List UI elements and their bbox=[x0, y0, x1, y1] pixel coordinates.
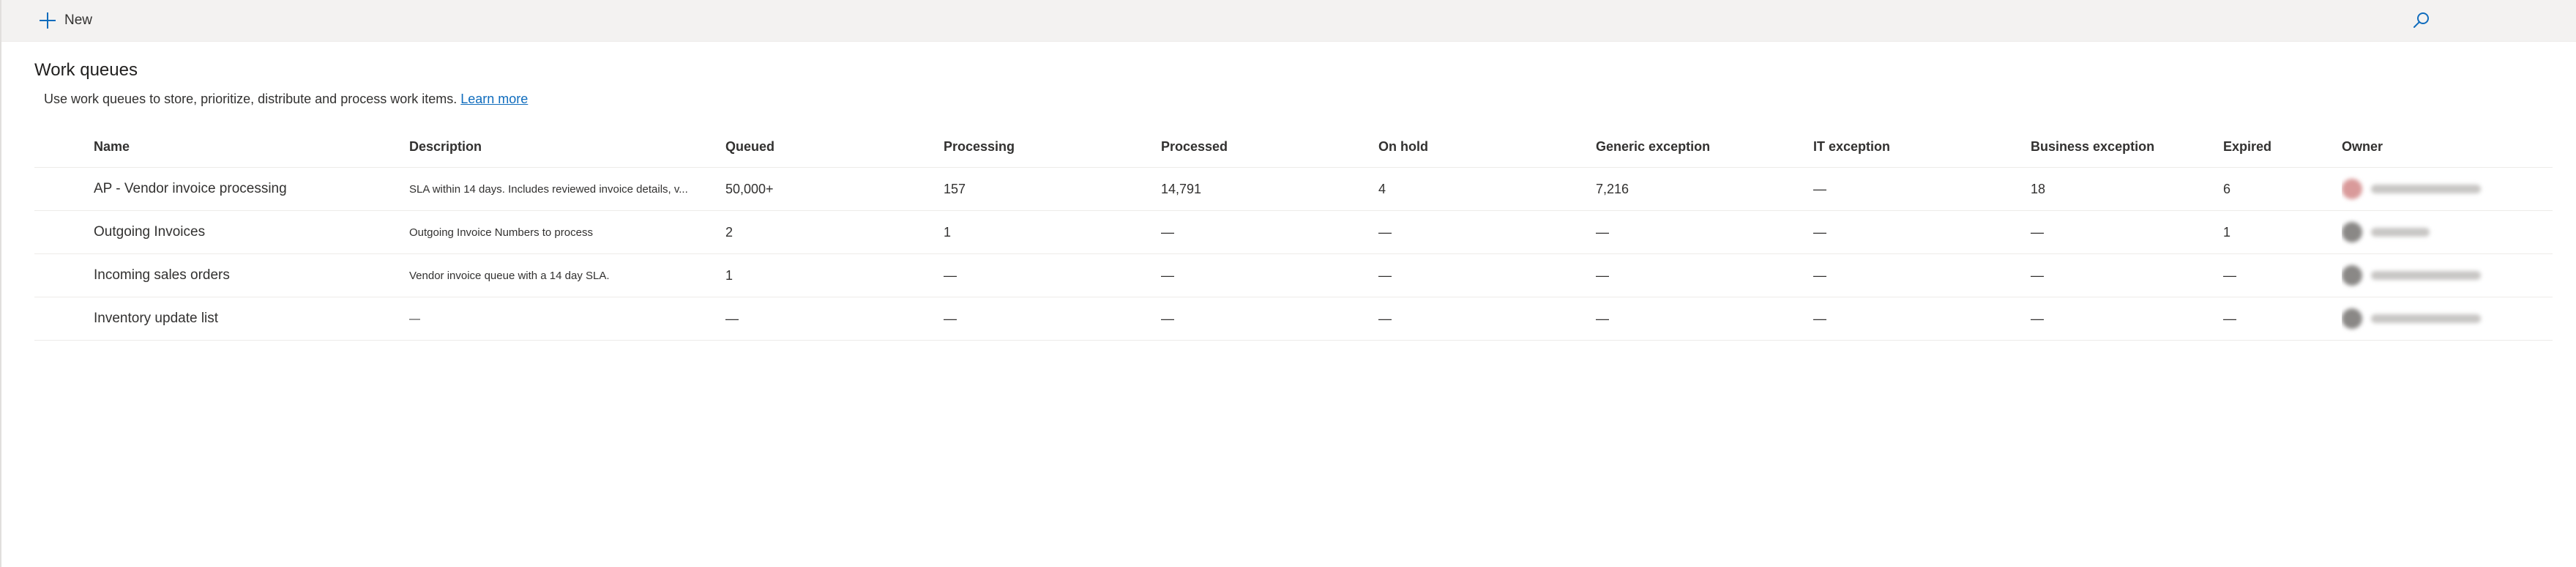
processed-count: — bbox=[1161, 224, 1174, 240]
processing-count: — bbox=[944, 267, 957, 283]
business-exception-count: — bbox=[2031, 311, 2044, 326]
on-hold-count: — bbox=[1378, 267, 1392, 283]
queue-description-text: SLA within 14 days. Includes reviewed in… bbox=[409, 182, 688, 196]
column-header-generic-exception[interactable]: Generic exception bbox=[1596, 126, 1793, 167]
table-row[interactable]: Incoming sales orders Vendor invoice que… bbox=[34, 254, 2553, 297]
learn-more-link[interactable]: Learn more bbox=[460, 92, 528, 106]
work-queues-app: New Work queues Use work queues to store… bbox=[0, 0, 2576, 567]
column-header-processed[interactable]: Processed bbox=[1161, 126, 1359, 167]
table-row[interactable]: Inventory update list — — — — — — — — — bbox=[34, 297, 2553, 341]
generic-exception-count: — bbox=[1596, 224, 1609, 240]
column-header-it-exception[interactable]: IT exception bbox=[1813, 126, 2011, 167]
column-header-queued[interactable]: Queued bbox=[725, 126, 923, 167]
owner bbox=[2342, 297, 2553, 340]
generic-exception-count: 7,216 bbox=[1596, 181, 1629, 196]
queue-name[interactable]: AP - Vendor invoice processing bbox=[94, 168, 387, 210]
processed-count: 14,791 bbox=[1161, 181, 1202, 196]
on-hold-count: 4 bbox=[1378, 181, 1386, 196]
on-hold-count: — bbox=[1378, 311, 1392, 326]
owner-name-redacted bbox=[2371, 271, 2481, 280]
table-row[interactable]: AP - Vendor invoice processing SLA withi… bbox=[34, 168, 2553, 211]
search-button[interactable] bbox=[2410, 9, 2433, 32]
new-button-label: New bbox=[64, 12, 93, 28]
queue-description: Outgoing Invoice Numbers to process bbox=[409, 211, 709, 253]
business-exception-count: 18 bbox=[2031, 181, 2046, 196]
queue-description: Vendor invoice queue with a 14 day SLA. bbox=[409, 254, 709, 297]
queue-description-text: Outgoing Invoice Numbers to process bbox=[409, 226, 593, 239]
owner bbox=[2342, 211, 2553, 253]
work-queues-table: Name Description Queued Processing Proce… bbox=[34, 126, 2553, 341]
avatar bbox=[2342, 179, 2362, 199]
queued-count: — bbox=[725, 311, 739, 326]
generic-exception-count: — bbox=[1596, 267, 1609, 283]
on-hold-count: — bbox=[1378, 224, 1392, 240]
avatar bbox=[2342, 308, 2362, 329]
page-description-text: Use work queues to store, prioritize, di… bbox=[44, 92, 458, 106]
page-description: Use work queues to store, prioritize, di… bbox=[44, 92, 528, 107]
processing-count: 157 bbox=[944, 181, 966, 196]
business-exception-count: — bbox=[2031, 267, 2044, 283]
plus-icon bbox=[40, 12, 56, 29]
business-exception-count: — bbox=[2031, 224, 2044, 240]
queue-name[interactable]: Outgoing Invoices bbox=[94, 211, 387, 253]
generic-exception-count: — bbox=[1596, 311, 1609, 326]
column-header-business-exception[interactable]: Business exception bbox=[2031, 126, 2214, 167]
column-header-name[interactable]: Name bbox=[94, 126, 387, 167]
expired-count: 1 bbox=[2223, 224, 2231, 240]
queued-count: 50,000+ bbox=[725, 181, 774, 196]
command-bar: New bbox=[1, 0, 2576, 42]
it-exception-count: — bbox=[1813, 311, 1826, 326]
owner-name-redacted bbox=[2371, 185, 2481, 193]
queue-description: SLA within 14 days. Includes reviewed in… bbox=[409, 168, 709, 210]
column-header-expired[interactable]: Expired bbox=[2223, 126, 2326, 167]
owner bbox=[2342, 168, 2553, 210]
queue-description-text: Vendor invoice queue with a 14 day SLA. bbox=[409, 269, 610, 282]
owner-name-redacted bbox=[2371, 314, 2481, 323]
column-header-description[interactable]: Description bbox=[409, 126, 709, 167]
avatar bbox=[2342, 265, 2362, 286]
column-header-processing[interactable]: Processing bbox=[944, 126, 1141, 167]
it-exception-count: — bbox=[1813, 224, 1826, 240]
processing-count: — bbox=[944, 311, 957, 326]
new-button[interactable]: New bbox=[40, 9, 92, 32]
expired-count: — bbox=[2223, 311, 2236, 326]
it-exception-count: — bbox=[1813, 267, 1826, 283]
queued-count: 1 bbox=[725, 267, 733, 283]
queued-count: 2 bbox=[725, 224, 733, 240]
it-exception-count: — bbox=[1813, 181, 1826, 196]
table-row[interactable]: Outgoing Invoices Outgoing Invoice Numbe… bbox=[34, 211, 2553, 254]
expired-count: 6 bbox=[2223, 181, 2231, 196]
queue-description: — bbox=[409, 297, 709, 340]
avatar bbox=[2342, 222, 2362, 242]
expired-count: — bbox=[2223, 267, 2236, 283]
processing-count: 1 bbox=[944, 224, 952, 240]
column-header-owner[interactable]: Owner bbox=[2342, 126, 2553, 167]
queue-description-text: — bbox=[409, 312, 420, 325]
page-title: Work queues bbox=[34, 60, 138, 80]
processed-count: — bbox=[1161, 311, 1174, 326]
processed-count: — bbox=[1161, 267, 1174, 283]
owner-name-redacted bbox=[2371, 228, 2430, 237]
queue-name[interactable]: Incoming sales orders bbox=[94, 254, 387, 297]
queue-name[interactable]: Inventory update list bbox=[94, 297, 387, 340]
table-header: Name Description Queued Processing Proce… bbox=[34, 126, 2553, 168]
owner bbox=[2342, 254, 2553, 297]
search-icon bbox=[2413, 12, 2429, 28]
column-header-on-hold[interactable]: On hold bbox=[1378, 126, 1576, 167]
